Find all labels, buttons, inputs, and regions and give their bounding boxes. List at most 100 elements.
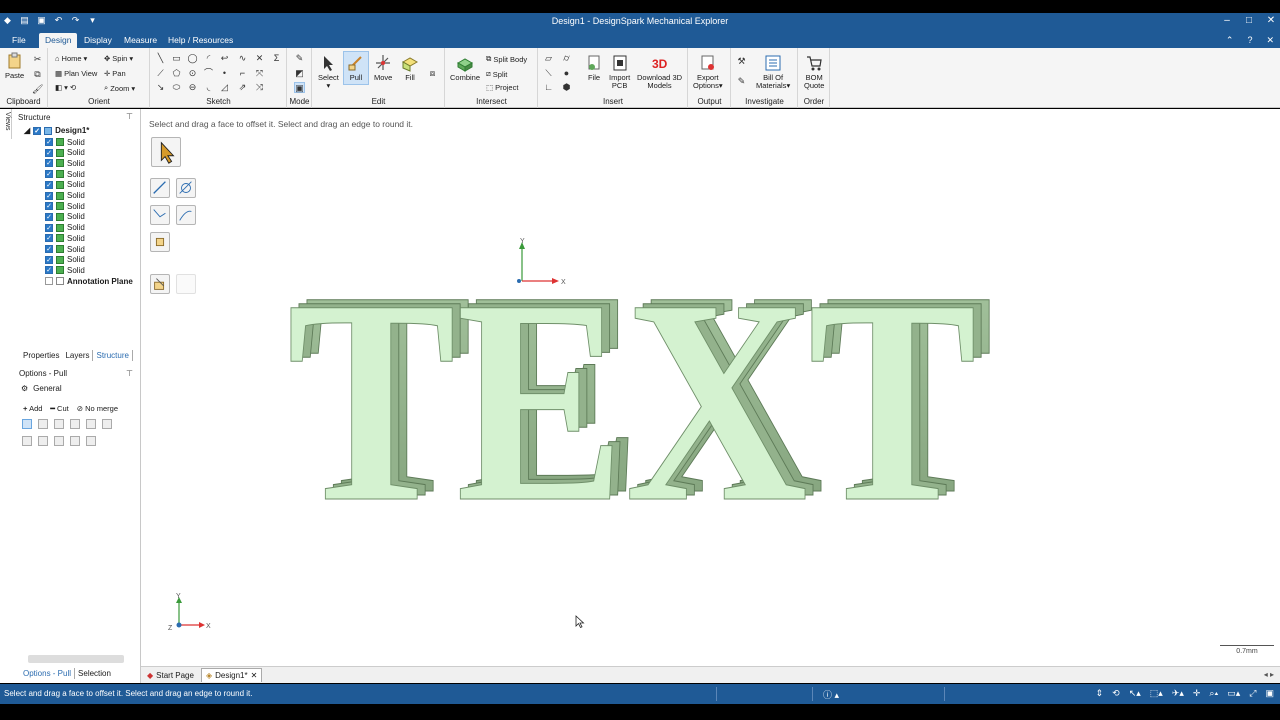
view-cube-button[interactable]: ◧ ▾ ⟲ <box>55 83 76 92</box>
tab-options-pull[interactable]: Options - Pull <box>20 668 76 679</box>
point-icon[interactable]: • <box>219 68 230 79</box>
revolve-icon[interactable] <box>70 419 80 429</box>
project-curve-icon[interactable]: ⇗ <box>237 82 248 93</box>
measure-tool-icon[interactable]: ⚒ <box>736 56 747 67</box>
close-tab-icon[interactable]: ✕ <box>251 671 258 680</box>
fill-button[interactable]: Fill <box>401 54 419 82</box>
tree-item-solid[interactable]: ✓ Solid <box>45 265 85 275</box>
equation-icon[interactable]: Σ <box>271 53 282 64</box>
tab-selection[interactable]: Selection <box>75 668 114 679</box>
sketch-mode-icon[interactable]: ✎ <box>294 53 305 64</box>
solid-visibility-checkbox[interactable]: ✓ <box>45 170 53 179</box>
box-select-icon[interactable]: ⬚▴ <box>1150 688 1163 699</box>
draft-icon[interactable] <box>102 419 112 429</box>
tree-item-solid[interactable]: ✓ Solid <box>45 201 85 211</box>
collapse-icon[interactable]: ◢ <box>24 126 30 135</box>
help-icon[interactable]: ? <box>1247 35 1252 46</box>
tree-item-annotation-plane[interactable]: Annotation Plane <box>45 276 133 286</box>
chamfer-icon[interactable]: ◿ <box>219 82 230 93</box>
select-tool-button[interactable] <box>151 137 181 167</box>
pan-status-icon[interactable]: ✛ <box>1193 688 1201 699</box>
plan-view-button[interactable]: ▦ Plan View <box>55 69 97 78</box>
rotate-status-icon[interactable]: ⟲ <box>1112 688 1120 699</box>
close-button[interactable]: ✕ <box>1266 15 1276 26</box>
no-merge-option[interactable]: ⊘ No merge <box>77 404 118 413</box>
3d-mode-icon[interactable]: ▣ <box>294 82 305 93</box>
circle-icon[interactable]: ◯ <box>187 53 198 64</box>
polyline-icon[interactable]: ⟋ <box>155 68 166 79</box>
tab-measure[interactable]: Measure <box>118 33 163 48</box>
option-c-icon[interactable] <box>54 436 64 446</box>
select-mode-icon[interactable]: ↖▴ <box>1129 688 1141 699</box>
info-icon[interactable]: ⓘ ▴ <box>823 688 839 701</box>
spin-button[interactable]: ✥ Spin ▾ <box>104 54 133 63</box>
pin-icon[interactable]: ⊤ <box>126 112 133 121</box>
tree-item-solid[interactable]: ✓ Solid <box>45 148 85 158</box>
pull-option-tool[interactable] <box>150 274 170 294</box>
maximize-button[interactable]: □ <box>1244 15 1254 26</box>
plane-icon[interactable]: ▱ <box>543 53 554 64</box>
fillet-icon[interactable]: ◟ <box>203 82 214 93</box>
ruler-icon[interactable] <box>38 419 48 429</box>
pull-sweep-tool[interactable] <box>150 205 170 225</box>
section-mode-icon[interactable]: ◩ <box>294 68 305 79</box>
export-options-button[interactable]: Export Options▾ <box>693 54 723 90</box>
cylinder-icon[interactable]: ⌭ <box>561 53 572 64</box>
sweep-arc-icon[interactable]: ⌒ <box>203 68 214 79</box>
tab-layers[interactable]: Layers <box>62 350 92 361</box>
tree-root[interactable]: ◢ ✓ Design1* <box>24 126 89 135</box>
pull-button[interactable]: Pull <box>343 51 369 85</box>
bom-quote-button[interactable]: BOM Quote <box>804 54 824 90</box>
minimize-button[interactable]: – <box>1222 15 1232 26</box>
project-button[interactable]: ⬚ Project <box>486 83 518 92</box>
three-point-circle-icon[interactable]: ⊙ <box>187 68 198 79</box>
axis-icon[interactable]: ⟍ <box>543 68 554 79</box>
bill-of-materials-button[interactable]: Bill Of Materials▾ <box>756 54 790 90</box>
tree-item-solid[interactable]: ✓ Solid <box>45 158 85 168</box>
tab-help-resources[interactable]: Help / Resources <box>162 33 239 48</box>
trim-icon[interactable]: ✕ <box>254 53 265 64</box>
tab-display[interactable]: Display <box>78 33 118 48</box>
add-option[interactable]: + Add <box>23 404 42 413</box>
design-viewport[interactable]: Select and drag a face to offset it. Sel… <box>141 109 1280 666</box>
ellipse-icon[interactable]: ⬭ <box>171 82 182 93</box>
solid-visibility-checkbox[interactable]: ✓ <box>45 202 53 211</box>
line-icon[interactable]: ╲ <box>155 53 166 64</box>
pull-blend-tool[interactable] <box>150 232 170 252</box>
bend-icon[interactable]: ↘ <box>155 82 166 93</box>
tree-item-solid[interactable]: ✓ Solid <box>45 180 85 190</box>
option-b-icon[interactable] <box>38 436 48 446</box>
spin-status-icon[interactable]: ⇕ <box>1096 688 1104 699</box>
corner-icon[interactable]: ⌐ <box>237 68 248 79</box>
arc-icon[interactable]: ◜ <box>203 53 214 64</box>
display-status-icon[interactable]: ▣ <box>1265 688 1274 699</box>
render-mode-icon[interactable]: ▭▴ <box>1227 688 1240 699</box>
shell-icon[interactable]: ⬢ <box>561 82 572 93</box>
tree-item-solid[interactable]: ✓ Solid <box>45 223 85 233</box>
slot-icon[interactable]: ⊖ <box>187 82 198 93</box>
note-icon[interactable]: ✎ <box>736 76 747 87</box>
offset-icon[interactable]: ⤧ <box>254 68 265 79</box>
ribbon-collapse-icon[interactable]: ⌃ <box>1226 35 1234 46</box>
tree-item-solid[interactable]: ✓ Solid <box>45 137 85 147</box>
insert-file-button[interactable]: File <box>585 54 603 82</box>
solid-visibility-checkbox[interactable]: ✓ <box>45 138 53 146</box>
tree-item-solid[interactable]: ✓ Solid <box>45 255 85 265</box>
solid-visibility-checkbox[interactable]: ✓ <box>45 212 53 221</box>
solid-visibility-checkbox[interactable]: ✓ <box>45 255 53 264</box>
options-pin-icon[interactable]: ⊤ <box>126 369 133 378</box>
solid-visibility-checkbox[interactable]: ✓ <box>45 234 53 243</box>
tangent-arc-icon[interactable]: ↩ <box>219 53 230 64</box>
solid-visibility-checkbox[interactable]: ✓ <box>45 223 53 232</box>
both-sides-icon[interactable] <box>22 419 32 429</box>
replace-icon[interactable]: ⧈ <box>427 68 438 79</box>
solid-visibility-checkbox[interactable]: ✓ <box>45 180 53 189</box>
home-button[interactable]: ⌂ Home ▾ <box>55 54 87 63</box>
options-general[interactable]: ⚙ General <box>21 384 62 393</box>
cut-icon[interactable]: ✂ <box>32 54 43 65</box>
annotation-plane-checkbox[interactable] <box>45 277 53 286</box>
sphere-icon[interactable]: ● <box>561 68 572 79</box>
solid-visibility-checkbox[interactable]: ✓ <box>45 148 53 157</box>
select-button[interactable]: Select ▾ <box>318 54 339 90</box>
import-pcb-button[interactable]: Import PCB <box>609 54 630 90</box>
